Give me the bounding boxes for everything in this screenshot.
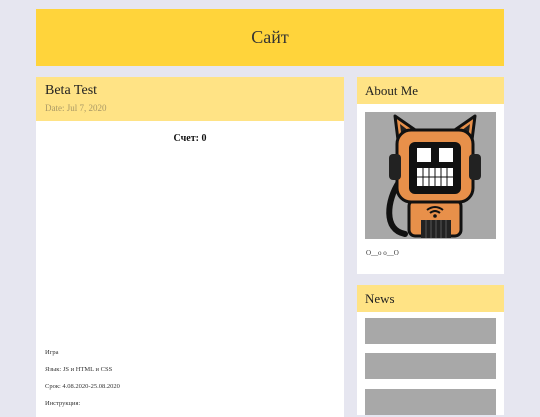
post-header: Beta Test Date: Jul 7, 2020 bbox=[36, 77, 344, 121]
info-line-dates: Срок: 4.08.2020-25.08.2020 bbox=[45, 383, 120, 390]
game-score: Счет: 0 bbox=[173, 133, 207, 144]
news-card: News bbox=[357, 285, 504, 415]
about-text: O__o o__O bbox=[366, 249, 399, 257]
info-line-language: Язык: JS и HTML и CSS bbox=[45, 366, 113, 373]
info-line-instructions: Инструкция: bbox=[45, 400, 81, 407]
post-card: Beta Test Date: Jul 7, 2020 Счет: 0 Игра… bbox=[36, 77, 344, 417]
about-title: About Me bbox=[365, 83, 419, 98]
info-line-game: Игра bbox=[45, 349, 59, 356]
news-item[interactable] bbox=[365, 353, 496, 379]
about-card: About Me O__o o__O bbox=[357, 77, 504, 274]
avatar-illustration bbox=[386, 114, 481, 238]
about-header: About Me bbox=[357, 77, 504, 104]
news-header: News bbox=[357, 285, 504, 312]
post-title[interactable]: Beta Test bbox=[45, 83, 335, 99]
post-info: Игра Язык: JS и HTML и CSS Срок: 4.08.20… bbox=[45, 349, 120, 417]
news-item[interactable] bbox=[365, 389, 496, 415]
news-item[interactable] bbox=[365, 318, 496, 344]
news-title: News bbox=[365, 291, 395, 306]
post-date: Date: Jul 7, 2020 bbox=[45, 103, 107, 113]
robot-cat-icon bbox=[365, 112, 496, 239]
site-title: Сайт bbox=[251, 27, 289, 47]
site-header: Сайт bbox=[36, 9, 504, 66]
